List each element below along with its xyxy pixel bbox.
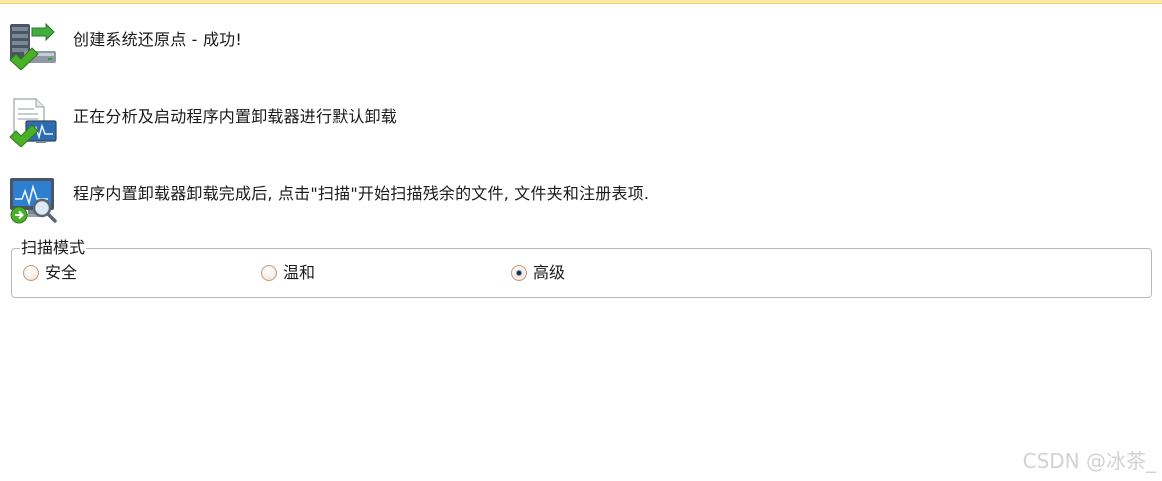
uninstall-progress-panel: 创建系统还原点 - 成功! 正在分析及启动程序内置卸载器进行默认卸载 程序内置卸… (0, 0, 1162, 481)
watermark-text: CSDN @冰茶_ (1022, 449, 1156, 473)
monitor-scan-icon (8, 174, 58, 224)
scan-mode-title: 扫描模式 (20, 237, 87, 259)
top-info-bar-edge (0, 0, 1162, 4)
scan-mode-gentle-radio[interactable]: 温和 (261, 263, 315, 283)
scan-mode-safe-label[interactable]: 安全 (45, 263, 77, 283)
scan-mode-safe-radio[interactable]: 安全 (23, 263, 77, 283)
radio-unselected-icon[interactable] (261, 265, 277, 281)
scan-mode-group: 扫描模式 安全 温和 高级 (11, 237, 1152, 298)
scan-mode-advanced-label[interactable]: 高级 (533, 263, 565, 283)
radio-selected-icon[interactable] (511, 265, 527, 281)
radio-unselected-icon[interactable] (23, 265, 39, 281)
document-monitor-check-icon (8, 97, 58, 147)
scan-mode-advanced-radio[interactable]: 高级 (511, 263, 565, 283)
step-create-restore-point: 创建系统还原点 - 成功! (8, 20, 242, 70)
server-restore-check-icon (8, 20, 58, 70)
step-scan-leftovers: 程序内置卸载器卸载完成后, 点击"扫描"开始扫描残余的文件, 文件夹和注册表项. (8, 174, 649, 224)
step-text: 正在分析及启动程序内置卸载器进行默认卸载 (73, 107, 398, 126)
step-text: 创建系统还原点 - 成功! (73, 30, 242, 49)
scan-mode-gentle-label[interactable]: 温和 (283, 263, 315, 283)
step-run-builtin-uninstaller: 正在分析及启动程序内置卸载器进行默认卸载 (8, 97, 397, 147)
step-text: 程序内置卸载器卸载完成后, 点击"扫描"开始扫描残余的文件, 文件夹和注册表项. (73, 184, 650, 203)
